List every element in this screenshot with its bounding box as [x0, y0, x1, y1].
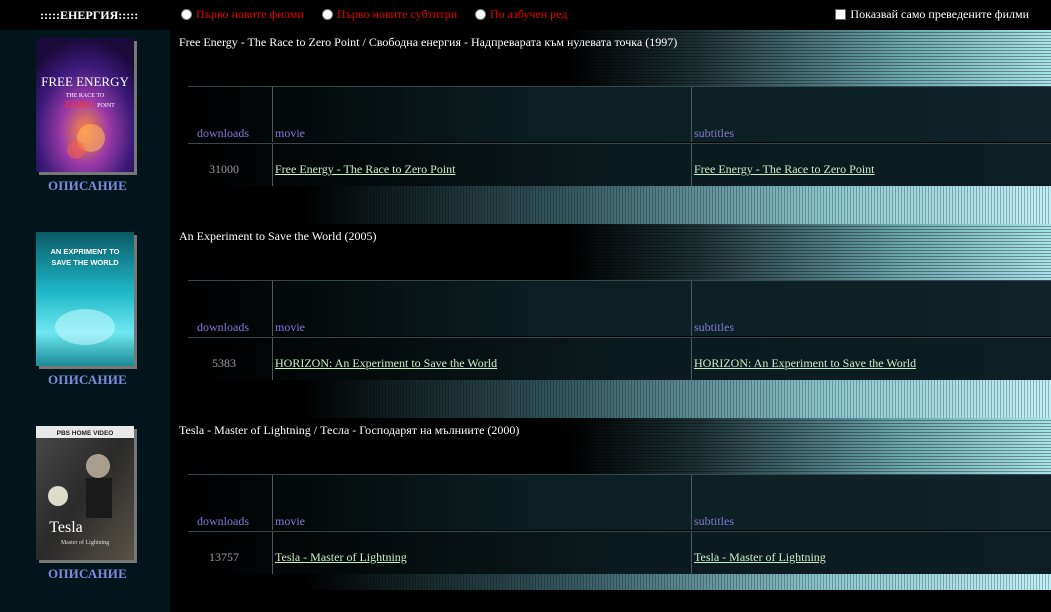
sort-option-label: По азбучен ред	[490, 7, 568, 21]
column-divider	[272, 281, 273, 336]
subtitles-header: subtitles	[694, 514, 735, 528]
cover-column: AN EXPRIMENT TO SAVE THE WORLD ОПИСАНИЕ	[0, 224, 170, 418]
table-header-row: downloads movie subtitles	[188, 474, 1051, 530]
cover-text: ZERO	[64, 99, 93, 111]
column-divider	[691, 87, 692, 142]
movie-header: movie	[275, 514, 305, 528]
movie-cover-image[interactable]: FREE ENERGY THE RACE TO ZERO POINT	[36, 38, 134, 172]
column-divider	[272, 144, 273, 186]
table-header-row: downloads movie subtitles	[188, 280, 1051, 336]
column-divider	[691, 532, 692, 574]
subtitles-link[interactable]: HORIZON: An Experiment to Save the World	[694, 356, 916, 371]
sort-option-label: Първо новите субтитри	[337, 7, 458, 21]
cover-text: PBS HOME VIDEO	[57, 430, 114, 437]
title-band: Tesla - Master of Lightning / Тесла - Го…	[170, 418, 1051, 474]
cover-text: SAVE THE WORLD	[51, 258, 119, 267]
download-count: 31000	[209, 162, 239, 176]
subtitles-header: subtitles	[694, 320, 735, 334]
sort-newest-subtitles-radio[interactable]: Първо новите субтитри	[322, 7, 457, 22]
column-divider	[691, 338, 692, 380]
column-divider	[272, 338, 273, 380]
table-row: 31000 Free Energy - The Race to Zero Poi…	[188, 143, 1051, 186]
table-row: 5383 HORIZON: An Experiment to Save the …	[188, 337, 1051, 380]
download-count: 13757	[209, 550, 239, 564]
sort-newest-films-radio[interactable]: Първо новите филми	[181, 7, 304, 22]
radio-icon[interactable]	[181, 9, 192, 20]
cover-text: Tesla	[49, 519, 83, 536]
cover-text: POINT	[97, 103, 115, 109]
column-divider	[272, 475, 273, 530]
filter-label: Показвай само преведените филми	[850, 7, 1029, 21]
description-link[interactable]: ОПИСАНИЕ	[0, 372, 175, 388]
movie-header: movie	[275, 320, 305, 334]
movie-title: An Experiment to Save the World (2005)	[179, 229, 377, 243]
cover-column: PBS HOME VIDEO Tesla Master of Lightning…	[0, 418, 170, 612]
movie-link[interactable]: HORIZON: An Experiment to Save the World	[275, 356, 497, 371]
downloads-header: downloads	[197, 320, 249, 334]
subtitles-header: subtitles	[694, 126, 735, 140]
movie-link[interactable]: Free Energy - The Race to Zero Point	[275, 162, 456, 177]
column-divider	[272, 532, 273, 574]
cover-text: AN EXPRIMENT TO	[50, 247, 119, 256]
radio-icon[interactable]	[322, 9, 333, 20]
subtitles-link[interactable]: Free Energy - The Race to Zero Point	[694, 162, 875, 177]
cover-text: Master of Lightning	[61, 539, 109, 546]
title-band: Free Energy - The Race to Zero Point / С…	[170, 30, 1051, 86]
movie-entry: FREE ENERGY THE RACE TO ZERO POINT ОПИСА…	[0, 30, 1051, 224]
movie-header: movie	[275, 126, 305, 140]
movie-entry: PBS HOME VIDEO Tesla Master of Lightning…	[0, 418, 1051, 612]
sort-option-label: Първо новите филми	[196, 7, 304, 21]
title-band: An Experiment to Save the World (2005)	[170, 224, 1051, 280]
column-divider	[691, 144, 692, 186]
separator-band	[170, 574, 1051, 590]
separator-band	[170, 380, 1051, 418]
download-count: 5383	[212, 356, 236, 370]
downloads-header: downloads	[197, 514, 249, 528]
sort-alphabetical-radio[interactable]: По азбучен ред	[475, 7, 567, 22]
radio-icon[interactable]	[475, 9, 486, 20]
column-divider	[691, 281, 692, 336]
checkbox-icon[interactable]	[835, 9, 847, 20]
separator-band	[170, 186, 1051, 224]
description-link[interactable]: ОПИСАНИЕ	[0, 178, 175, 194]
files-table: downloads movie subtitles 5383 HORIZON: …	[170, 280, 1051, 380]
movie-cover-image[interactable]: AN EXPRIMENT TO SAVE THE WORLD	[36, 232, 134, 366]
cover-text: FREE ENERGY	[41, 74, 129, 89]
column-divider	[272, 87, 273, 142]
top-bar: :::::ЕНЕРГИЯ::::: Първо новите филми Пър…	[0, 0, 1051, 31]
movie-entry: AN EXPRIMENT TO SAVE THE WORLD ОПИСАНИЕ …	[0, 224, 1051, 418]
subtitles-link[interactable]: Tesla - Master of Lightning	[694, 550, 826, 565]
show-translated-only-checkbox[interactable]: Показвай само преведените филми	[835, 7, 1029, 22]
movie-link[interactable]: Tesla - Master of Lightning	[275, 550, 407, 565]
description-link[interactable]: ОПИСАНИЕ	[0, 566, 175, 582]
table-row: 13757 Tesla - Master of Lightning Tesla …	[188, 531, 1051, 574]
files-table: downloads movie subtitles 31000 Free Ene…	[170, 86, 1051, 186]
movie-title: Tesla - Master of Lightning / Тесла - Го…	[179, 423, 520, 437]
category-title: :::::ЕНЕРГИЯ:::::	[40, 8, 139, 22]
column-divider	[691, 475, 692, 530]
cover-column: FREE ENERGY THE RACE TO ZERO POINT ОПИСА…	[0, 30, 170, 224]
downloads-header: downloads	[197, 126, 249, 140]
table-header-row: downloads movie subtitles	[188, 86, 1051, 142]
movie-title: Free Energy - The Race to Zero Point / С…	[179, 35, 678, 49]
files-table: downloads movie subtitles 13757 Tesla - …	[170, 474, 1051, 574]
movie-cover-image[interactable]: PBS HOME VIDEO Tesla Master of Lightning	[36, 426, 134, 560]
